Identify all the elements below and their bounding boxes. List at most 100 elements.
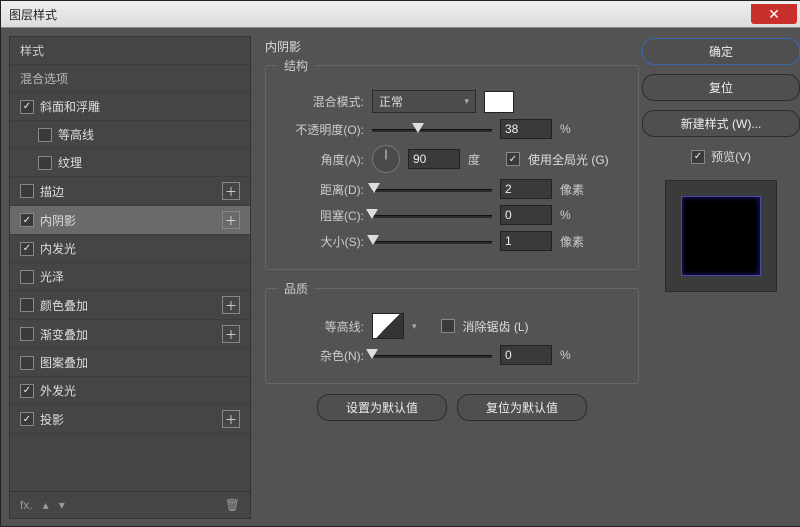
distance-slider[interactable] [372,182,492,196]
opacity-unit: % [560,122,590,136]
titlebar[interactable]: 图层样式 ✕ [1,1,800,28]
noise-label: 杂色(N): [278,347,364,364]
angle-unit: 度 [468,151,498,168]
reset-default-button[interactable]: 复位为默认值 [457,394,587,421]
effect-checkbox[interactable] [20,298,34,312]
effect-label: 图案叠加 [40,354,88,371]
angle-dial[interactable] [372,145,400,173]
choke-input[interactable] [500,205,552,225]
preview-label: 预览(V) [711,148,751,165]
distance-input[interactable] [500,179,552,199]
window-title: 图层样式 [1,6,57,23]
close-button[interactable]: ✕ [751,4,797,24]
blend-mode-label: 混合模式: [278,93,364,110]
blend-mode-value: 正常 [379,93,403,110]
effect-label: 描边 [40,183,64,200]
effect-label: 纹理 [58,154,82,171]
sidebar-item-6[interactable]: 光泽 [10,263,250,291]
effects-sidebar: 样式 混合选项 斜面和浮雕等高线纹理描边 ＋ 内阴影 ＋ 内发光光泽颜色叠加 ＋ 渐变叠加 ＋… [9,36,251,519]
effect-checkbox[interactable] [20,242,34,256]
sidebar-item-4[interactable]: 内阴影 ＋ [10,206,250,235]
effect-checkbox[interactable] [38,156,52,170]
group-structure: 结构 混合模式: 正常 ▾ 不透明度(O): % 角度(A): [265,57,639,270]
global-light-label: 使用全局光 (G) [528,151,609,168]
sidebar-item-5[interactable]: 内发光 [10,235,250,263]
noise-slider[interactable] [372,348,492,362]
trash-icon[interactable]: 🗑 [225,498,240,512]
chevron-down-icon: ▾ [464,96,469,107]
sidebar-item-9[interactable]: 图案叠加 [10,349,250,377]
ok-button[interactable]: 确定 [642,38,800,65]
antialias-checkbox[interactable] [441,319,455,333]
opacity-input[interactable] [500,119,552,139]
sidebar-item-8[interactable]: 渐变叠加 ＋ [10,320,250,349]
effect-checkbox[interactable] [38,128,52,142]
size-unit: 像素 [560,233,590,250]
sidebar-heading-blending[interactable]: 混合选项 [10,65,250,93]
effect-checkbox[interactable] [20,384,34,398]
effect-checkbox[interactable] [20,184,34,198]
effect-label: 等高线 [58,126,94,143]
sidebar-item-11[interactable]: 投影 ＋ [10,405,250,434]
angle-label: 角度(A): [278,151,364,168]
chevron-down-icon[interactable]: ▾ [412,321,417,332]
distance-label: 距离(D): [278,181,364,198]
sidebar-heading-styles[interactable]: 样式 [10,37,250,65]
sidebar-item-0[interactable]: 斜面和浮雕 [10,93,250,121]
preview-checkbox[interactable] [691,150,705,164]
sidebar-item-1[interactable]: 等高线 [10,121,250,149]
effect-checkbox[interactable] [20,356,34,370]
move-up-icon[interactable]: ▴ [43,498,49,512]
layer-style-dialog: 图层样式 ✕ 样式 混合选项 斜面和浮雕等高线纹理描边 ＋ 内阴影 ＋ 内发光光泽颜色叠… [0,0,800,527]
add-effect-icon[interactable]: ＋ [222,296,240,314]
sidebar-item-7[interactable]: 颜色叠加 ＋ [10,291,250,320]
sidebar-item-3[interactable]: 描边 ＋ [10,177,250,206]
noise-input[interactable] [500,345,552,365]
add-effect-icon[interactable]: ＋ [222,410,240,428]
sidebar-item-10[interactable]: 外发光 [10,377,250,405]
effect-checkbox[interactable] [20,327,34,341]
opacity-slider[interactable] [372,122,492,136]
preview-box [665,180,777,292]
choke-label: 阻塞(C): [278,207,364,224]
effect-label: 斜面和浮雕 [40,98,100,115]
effect-checkbox[interactable] [20,412,34,426]
size-input[interactable] [500,231,552,251]
shadow-color-swatch[interactable] [484,91,514,113]
contour-picker[interactable] [372,313,404,339]
angle-input[interactable] [408,149,460,169]
group-quality: 品质 等高线: ▾ 消除锯齿 (L) 杂色(N): % [265,280,639,384]
effect-label: 颜色叠加 [40,297,88,314]
size-label: 大小(S): [278,233,364,250]
effect-label: 光泽 [40,268,64,285]
opacity-label: 不透明度(O): [278,121,364,138]
antialias-label: 消除锯齿 (L) [463,318,529,335]
new-style-button[interactable]: 新建样式 (W)... [642,110,800,137]
add-effect-icon[interactable]: ＋ [222,325,240,343]
contour-label: 等高线: [278,318,364,335]
cancel-button[interactable]: 复位 [642,74,800,101]
blend-mode-select[interactable]: 正常 ▾ [372,90,476,113]
group-quality-legend: 品质 [278,280,314,297]
add-effect-icon[interactable]: ＋ [222,182,240,200]
add-effect-icon[interactable]: ＋ [222,211,240,229]
size-slider[interactable] [372,234,492,248]
right-panel: 确定 复位 新建样式 (W)... 预览(V) [649,28,800,527]
choke-unit: % [560,208,590,222]
effect-checkbox[interactable] [20,213,34,227]
effect-label: 渐变叠加 [40,326,88,343]
choke-slider[interactable] [372,208,492,222]
sidebar-footer: fx. ▴ ▾ 🗑 [10,491,250,518]
effect-label: 投影 [40,411,64,428]
effect-checkbox[interactable] [20,270,34,284]
panel-title: 内阴影 [265,38,639,55]
global-light-checkbox[interactable] [506,152,520,166]
move-down-icon[interactable]: ▾ [59,498,65,512]
noise-unit: % [560,348,590,362]
effect-label: 外发光 [40,382,76,399]
effect-checkbox[interactable] [20,100,34,114]
sidebar-item-2[interactable]: 纹理 [10,149,250,177]
fx-menu-icon[interactable]: fx. [20,498,33,512]
effect-label: 内阴影 [40,212,76,229]
make-default-button[interactable]: 设置为默认值 [317,394,447,421]
